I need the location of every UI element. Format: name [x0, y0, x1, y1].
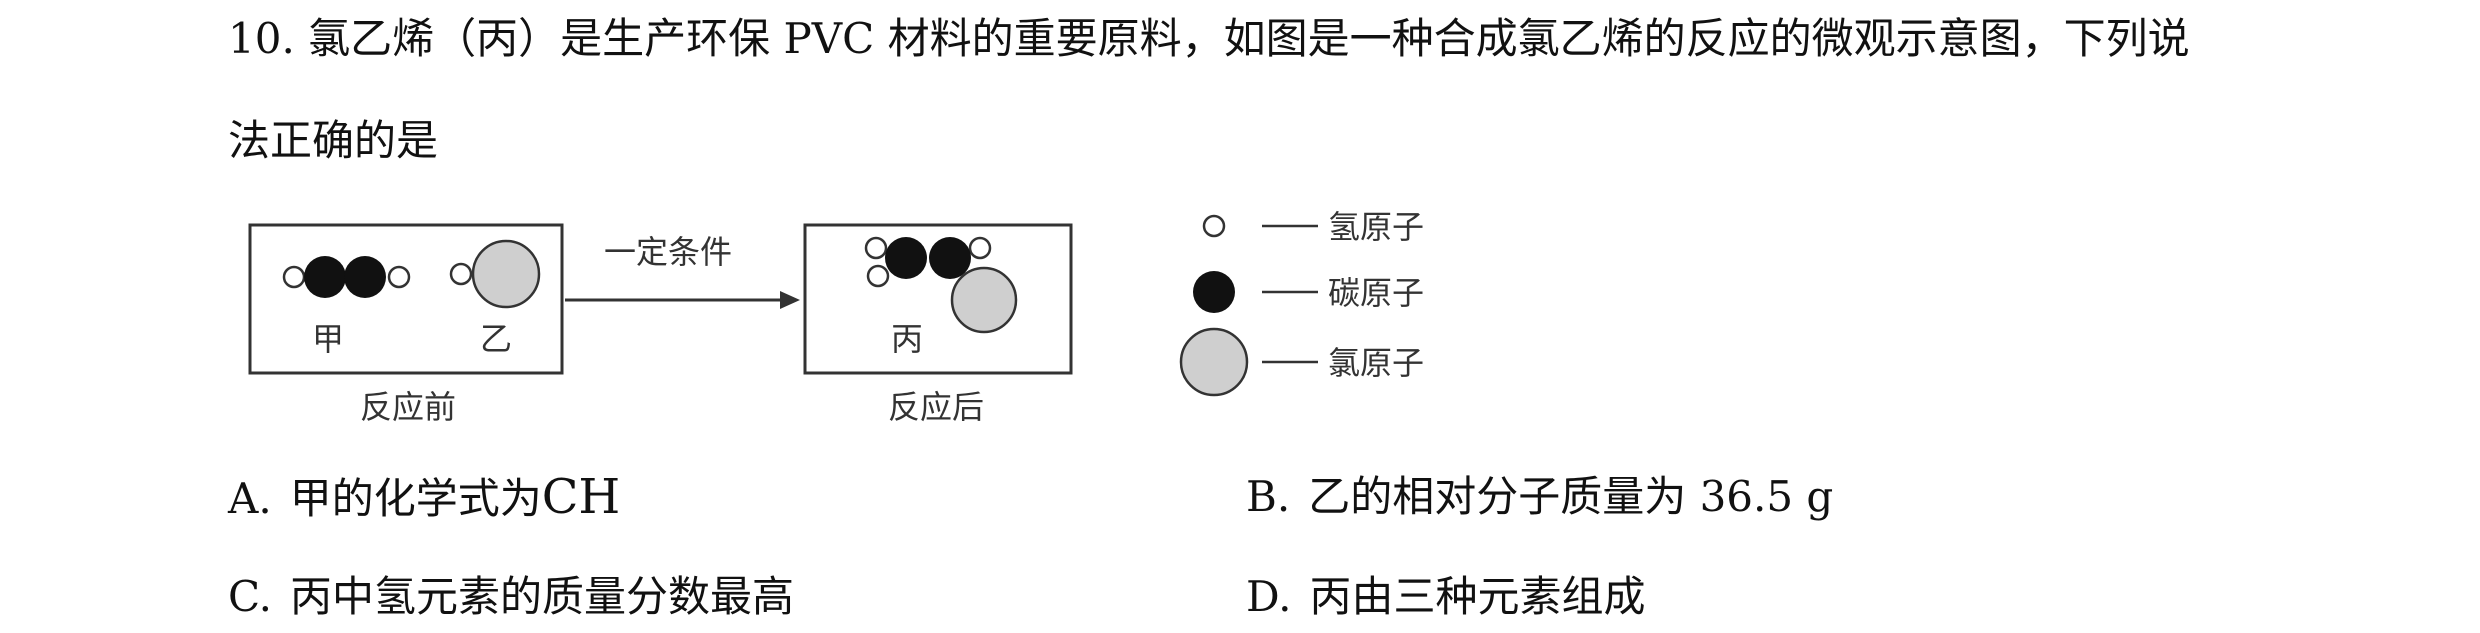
caption-before: 反应前 [360, 388, 456, 426]
option-c-text: 丙中氢元素的质量分数最高 [290, 572, 795, 621]
bing-chlorine-atom [950, 266, 1018, 334]
option-a-letter: A. [228, 474, 272, 523]
option-b-text: 乙的相对分子质量为 36.5 g [1308, 472, 1834, 521]
legend-hydrogen-icon [1202, 214, 1226, 238]
legend-hydrogen-label: 氢原子 [1328, 208, 1424, 246]
label-bing: 丙 [891, 320, 923, 358]
option-d: D. 丙由三种元素组成 [1246, 572, 1646, 622]
option-d-letter: D. [1246, 572, 1292, 621]
option-a-text: 甲的化学式为 [289, 474, 542, 523]
caption-after: 反应后 [888, 388, 984, 426]
arrow-condition-label: 一定条件 [604, 233, 732, 271]
jia-carbon-left-atom [304, 256, 346, 298]
legend-carbon-icon [1193, 271, 1235, 313]
legend-chlorine-label: 氯原子 [1328, 344, 1424, 382]
option-c-letter: C. [228, 572, 272, 621]
jia-carbon-right-atom [344, 256, 386, 298]
option-a-formula: CH [541, 469, 621, 525]
option-c: C. 丙中氢元素的质量分数最高 [228, 572, 794, 622]
jia-hydrogen-left-atom [282, 265, 306, 289]
label-jia: 甲 [312, 320, 344, 358]
bing-hydrogen-bottom-left-atom [866, 264, 890, 288]
reaction-diagram: 甲 乙 反应前 一定条件 丙 反应后 氢原子 碳原子 氯原子 [248, 208, 1424, 426]
reaction-arrow-head-icon [780, 291, 800, 309]
option-d-text: 丙由三种元素组成 [1309, 572, 1646, 621]
option-a: A. 甲的化学式为CH [228, 472, 620, 524]
jia-hydrogen-right-atom [387, 265, 411, 289]
legend-chlorine-icon [1179, 327, 1249, 397]
bing-carbon-right-atom [929, 237, 971, 279]
bing-hydrogen-top-left-atom [864, 236, 888, 260]
option-b-letter: B. [1246, 472, 1291, 521]
option-b: B. 乙的相对分子质量为 36.5 g [1246, 472, 1833, 522]
label-yi: 乙 [480, 320, 512, 358]
yi-chlorine-atom [471, 239, 541, 309]
legend-carbon-label: 碳原子 [1328, 274, 1424, 312]
yi-hydrogen-atom [449, 262, 473, 286]
bing-carbon-left-atom [885, 237, 927, 279]
bing-hydrogen-top-right-atom [968, 236, 992, 260]
